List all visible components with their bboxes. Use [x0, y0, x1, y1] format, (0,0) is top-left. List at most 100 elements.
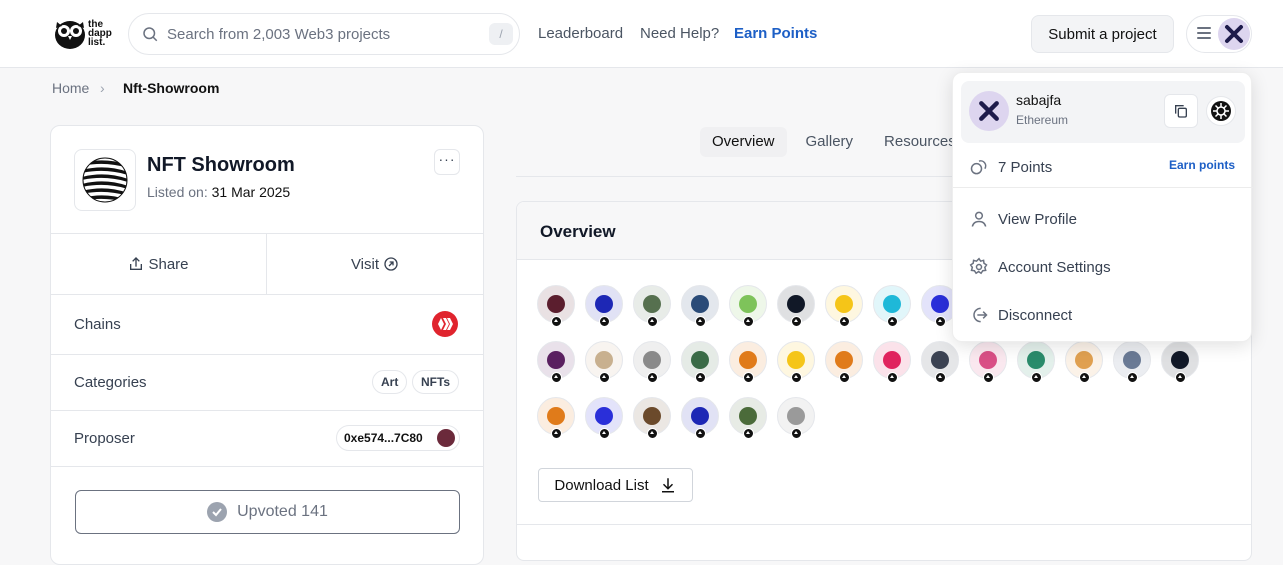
upvoter-avatar[interactable] — [537, 397, 575, 439]
nav-earn-points[interactable]: Earn Points — [734, 25, 817, 42]
share-button[interactable]: Share — [51, 234, 267, 294]
upvoter-avatar[interactable] — [585, 341, 623, 383]
upvote-badge-icon — [599, 316, 610, 327]
avatar-glyph — [883, 295, 901, 313]
upvoter-avatar[interactable] — [825, 285, 863, 327]
project-card: NFT Showroom Listed on: 31 Mar 2025 ··· … — [50, 125, 484, 565]
upvoter-avatar[interactable] — [825, 341, 863, 383]
nav-leaderboard[interactable]: Leaderboard — [538, 25, 623, 42]
upvoter-avatar[interactable] — [1113, 341, 1151, 383]
logo-text: the dapp list. — [88, 19, 112, 48]
category-tag[interactable]: Art — [372, 370, 408, 394]
project-logo-icon — [82, 157, 128, 203]
upvoter-avatar[interactable] — [921, 341, 959, 383]
project-logo — [74, 149, 136, 211]
menu-icon — [1197, 27, 1211, 42]
upvoter-avatar[interactable] — [1161, 341, 1199, 383]
menu-item-account-settings[interactable]: Account Settings — [969, 257, 1111, 277]
upvoter-avatar[interactable] — [537, 285, 575, 327]
upvote-badge-icon — [1031, 372, 1042, 383]
upvoter-avatar[interactable] — [681, 341, 719, 383]
hive-chain-icon[interactable] — [432, 311, 458, 337]
upvote-button[interactable]: Upvoted 141 — [75, 490, 460, 534]
tab-gallery[interactable]: Gallery — [794, 127, 866, 157]
proposer-address-chip[interactable]: 0xe574...7C80 — [336, 425, 460, 451]
category-tag[interactable]: NFTs — [412, 370, 460, 394]
upvoter-avatar[interactable] — [777, 397, 815, 439]
upvoter-avatar[interactable] — [777, 285, 815, 327]
upvoter-avatar[interactable] — [873, 285, 911, 327]
upvoter-avatar[interactable] — [585, 285, 623, 327]
upvoter-avatar[interactable] — [777, 341, 815, 383]
download-label: Download List — [554, 476, 649, 494]
account-menu-button[interactable] — [1186, 15, 1252, 53]
avatar-glyph — [787, 407, 805, 425]
upvoter-avatar[interactable] — [729, 341, 767, 383]
tab-overview[interactable]: Overview — [700, 127, 787, 157]
upvote-badge-icon — [695, 316, 706, 327]
search-input[interactable] — [167, 25, 487, 43]
submit-project-button[interactable]: Submit a project — [1031, 15, 1174, 53]
categories-label: Categories — [74, 374, 147, 391]
upvote-badge-icon — [743, 428, 754, 439]
coins-icon — [970, 160, 987, 175]
upvoter-avatar[interactable] — [633, 397, 671, 439]
proposer-avatar — [437, 429, 455, 447]
upvoter-avatar[interactable] — [681, 285, 719, 327]
visit-button[interactable]: Visit — [267, 234, 483, 294]
avatar-glyph — [643, 295, 661, 313]
upvoter-avatar[interactable] — [633, 341, 671, 383]
upvoter-avatar[interactable] — [729, 285, 767, 327]
copy-address-button[interactable] — [1164, 94, 1198, 128]
upvote-badge-icon — [1175, 372, 1186, 383]
upvoter-avatar[interactable] — [1065, 341, 1103, 383]
earn-points-link[interactable]: Earn points — [1169, 158, 1235, 172]
avatar-glyph — [739, 407, 757, 425]
avatar-glyph — [547, 407, 565, 425]
upvote-badge-icon — [599, 372, 610, 383]
avatar-glyph — [547, 351, 565, 369]
avatar-glyph — [1075, 351, 1093, 369]
upvote-badge-icon — [599, 428, 610, 439]
avatar-glyph — [787, 295, 805, 313]
external-link-icon — [384, 257, 398, 271]
chevron-right-icon: › — [100, 80, 105, 96]
disconnect-label: Disconnect — [998, 306, 1073, 324]
upvote-badge-icon — [743, 316, 754, 327]
upvote-badge-icon — [839, 372, 850, 383]
upvoter-avatar[interactable] — [585, 397, 623, 439]
hive-icon — [438, 318, 453, 330]
account-summary: sabajfa Ethereum — [961, 81, 1245, 143]
upvoter-avatar[interactable] — [1017, 341, 1055, 383]
upvote-badge-icon — [983, 372, 994, 383]
upvote-badge-icon — [791, 316, 802, 327]
search-bar[interactable]: / — [128, 13, 520, 55]
check-icon — [207, 502, 228, 522]
user-icon — [971, 211, 987, 227]
upvoter-avatar[interactable] — [537, 341, 575, 383]
upvoter-avatar[interactable] — [729, 397, 767, 439]
menu-item-disconnect[interactable]: Disconnect — [969, 305, 1072, 325]
site-logo[interactable]: the dapp list. — [54, 16, 112, 50]
upvoter-avatar[interactable] — [969, 341, 1007, 383]
network-switch-button[interactable] — [1206, 96, 1236, 126]
x-logo-icon — [1225, 25, 1243, 43]
chains-label: Chains — [74, 316, 121, 333]
logo-text-line: list. — [88, 36, 106, 48]
upvoter-avatar[interactable] — [633, 285, 671, 327]
avatar-glyph — [979, 351, 997, 369]
download-list-button[interactable]: Download List — [538, 468, 693, 502]
account-username: sabajfa — [1016, 92, 1062, 108]
avatar-glyph — [595, 407, 613, 425]
breadcrumb-home[interactable]: Home — [52, 80, 89, 96]
more-options-button[interactable]: ··· — [434, 149, 460, 175]
menu-item-view-profile[interactable]: View Profile — [969, 209, 1077, 229]
upvoter-avatar[interactable] — [681, 397, 719, 439]
account-settings-label: Account Settings — [998, 258, 1111, 276]
avatar-row — [537, 341, 1237, 397]
divider — [517, 524, 1251, 525]
upvoter-avatar[interactable] — [873, 341, 911, 383]
nav-need-help[interactable]: Need Help? — [640, 25, 719, 42]
points-row: 7 Points — [969, 157, 1052, 177]
avatar — [969, 91, 1009, 131]
